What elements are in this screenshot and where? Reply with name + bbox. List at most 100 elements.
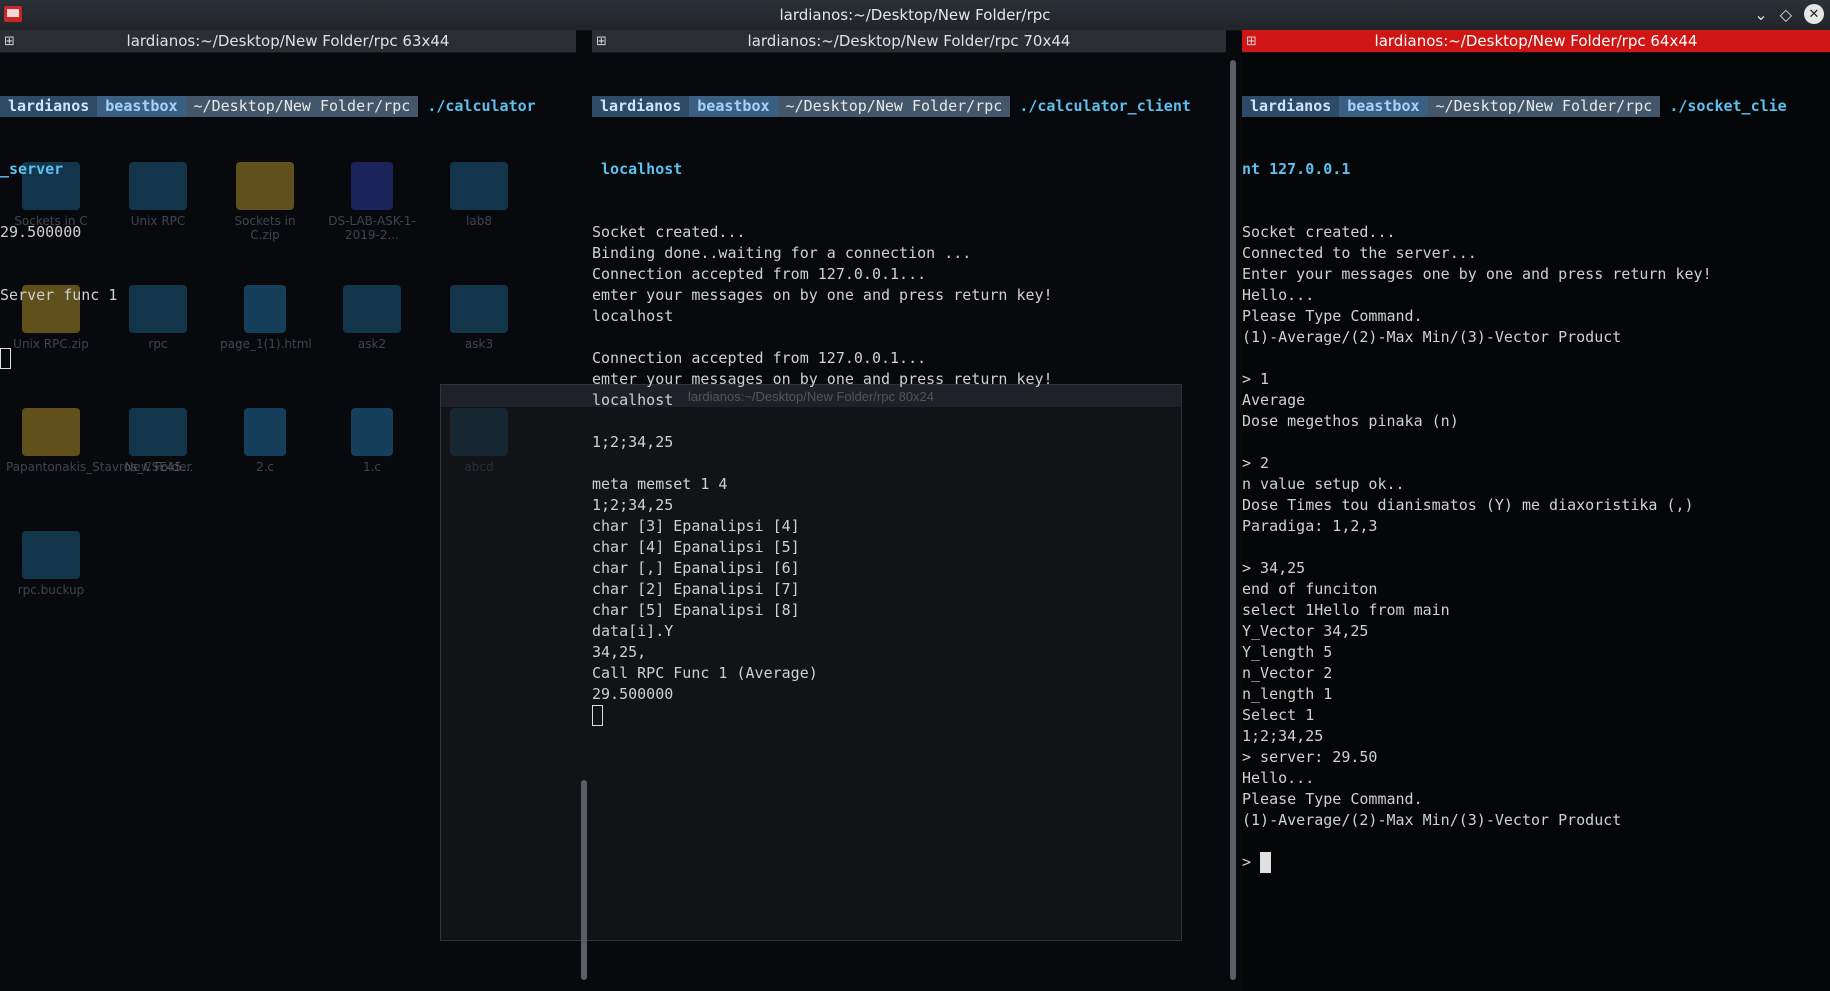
- split-icon[interactable]: ⊞: [1246, 34, 1257, 49]
- output-line: end of funciton: [1242, 580, 1378, 598]
- output-line: char [2] Epanalipsi [7]: [592, 580, 800, 598]
- command-wrap: _server: [0, 160, 64, 178]
- output-line: Server func 1: [0, 286, 118, 304]
- output-line: Select 1: [1242, 706, 1315, 724]
- prompt-dir: ~/Desktop/New Folder/rpc: [1427, 96, 1661, 117]
- output-line: Socket created...: [592, 223, 746, 241]
- pane-title: lardianos:~/Desktop/New Folder/rpc 64x44: [1374, 32, 1698, 50]
- terminal-output[interactable]: lardianos beastbox ~/Desktop/New Folder/rp…: [0, 52, 576, 991]
- output-line: localhost: [592, 391, 674, 409]
- output-line: select 1Hello from main: [1242, 601, 1450, 619]
- minimize-icon[interactable]: ⌄: [1754, 5, 1767, 24]
- prompt-command: ./calculator: [427, 97, 536, 115]
- terminal-output[interactable]: lardianos beastbox ~/Desktop/New Folder/rp…: [1242, 52, 1830, 991]
- output-line: Binding done..waiting for a connection .…: [592, 244, 972, 262]
- pane-body: Sockets in C Unix RPC Sockets in C.zip DS-L…: [0, 52, 576, 991]
- prompt-command: ./socket_clie: [1669, 97, 1787, 115]
- output-line: char [3] Epanalipsi [4]: [592, 517, 800, 535]
- scrollbar-calculator[interactable]: [1230, 60, 1236, 980]
- output-line: Call RPC Func 1 (Average): [592, 664, 818, 682]
- prompt-command: ./calculator_client: [1019, 97, 1191, 115]
- output-line: emter your messages on by one and press …: [592, 286, 1053, 304]
- output-line: (1)-Average/(2)-Max Min/(3)-Vector Produ…: [1242, 328, 1622, 346]
- prompt-host: beastbox: [689, 96, 778, 117]
- output-line: Connection accepted from 127.0.0.1...: [592, 265, 927, 283]
- pane-body: lardianos beastbox ~/Desktop/New Folder/rp…: [592, 52, 1226, 991]
- output-line: > server: 29.50: [1242, 748, 1378, 766]
- prompt-host: beastbox: [97, 96, 186, 117]
- terminal-output[interactable]: lardianos beastbox ~/Desktop/New Folder/rp…: [592, 52, 1226, 991]
- prompt-user: lardianos: [0, 96, 98, 117]
- pane-title-bar[interactable]: ⊞ lardianos:~/Desktop/New Folder/rpc 64x…: [1242, 30, 1830, 53]
- prompt-user: lardianos: [1242, 96, 1340, 117]
- output-line: char [,] Epanalipsi [6]: [592, 559, 800, 577]
- text-cursor: [0, 348, 11, 369]
- close-icon[interactable]: ✕: [1804, 4, 1824, 24]
- split-icon[interactable]: ⊞: [596, 34, 607, 49]
- output-line: Y_Vector 34,25: [1242, 622, 1369, 640]
- maximize-icon[interactable]: ◇: [1780, 5, 1792, 24]
- window-titlebar: lardianos:~/Desktop/New Folder/rpc ⌄ ◇ ✕: [0, 0, 1830, 31]
- prompt-line: lardianos beastbox ~/Desktop/New Folder/rp…: [1242, 96, 1830, 117]
- text-cursor: [592, 705, 603, 726]
- pane-title: lardianos:~/Desktop/New Folder/rpc 63x44: [126, 32, 450, 50]
- output-line: Hello...: [1242, 286, 1315, 304]
- output-line: meta memset 1 4: [592, 475, 728, 493]
- output-line: Paradiga: 1,2,3: [1242, 517, 1378, 535]
- output-line: 29.500000: [592, 685, 674, 703]
- output-line: char [5] Epanalipsi [8]: [592, 601, 800, 619]
- scrollbar-server[interactable]: [581, 780, 587, 980]
- split-icon[interactable]: ⊞: [4, 34, 15, 49]
- terminal-pane-server[interactable]: ⊞ lardianos:~/Desktop/New Folder/rpc 63x…: [0, 30, 576, 991]
- output-line: Average: [1242, 391, 1306, 409]
- window-controls: ⌄ ◇ ✕: [1754, 4, 1824, 24]
- prompt-dir: ~/Desktop/New Folder/rpc: [777, 96, 1011, 117]
- cursor-line: [0, 348, 576, 369]
- command-wrap: nt 127.0.0.1: [1242, 160, 1351, 178]
- pane-body: lardianos beastbox ~/Desktop/New Folder/rp…: [1242, 52, 1830, 991]
- output-line: emter your messages on by one and press …: [592, 370, 1053, 388]
- output-line: n_length 1: [1242, 685, 1333, 703]
- output-line: (1)-Average/(2)-Max Min/(3)-Vector Produ…: [1242, 811, 1622, 829]
- output-line: > 1: [1242, 370, 1270, 388]
- output-line: 1;2;34,25: [592, 433, 674, 451]
- output-line: 34,25,: [592, 643, 647, 661]
- pane-title-bar[interactable]: ⊞ lardianos:~/Desktop/New Folder/rpc 63x…: [0, 30, 576, 53]
- prompt-user: lardianos: [592, 96, 690, 117]
- output-line: Connected to the server...: [1242, 244, 1477, 262]
- terminal-pane-calculator-client[interactable]: ⊞ lardianos:~/Desktop/New Folder/rpc 70x…: [592, 30, 1226, 991]
- terminal-app-icon[interactable]: [4, 6, 22, 22]
- window-title: lardianos:~/Desktop/New Folder/rpc: [779, 6, 1051, 24]
- output-line: Enter your messages one by one and press…: [1242, 265, 1712, 283]
- terminal-pane-socket-client[interactable]: ⊞ lardianos:~/Desktop/New Folder/rpc 64x…: [1242, 30, 1830, 991]
- output-line: n_Vector 2: [1242, 664, 1333, 682]
- command-wrap: localhost: [592, 160, 683, 178]
- output-line: 29.500000: [0, 223, 82, 241]
- output-line: Dose megethos pinaka (n): [1242, 412, 1459, 430]
- output-line: Socket created...: [1242, 223, 1396, 241]
- output-line: Hello...: [1242, 769, 1315, 787]
- prompt-dir: ~/Desktop/New Folder/rpc: [185, 96, 419, 117]
- output-line: 1;2;34,25: [1242, 727, 1324, 745]
- output-line: n value setup ok..: [1242, 475, 1405, 493]
- pane-title-bar[interactable]: ⊞ lardianos:~/Desktop/New Folder/rpc 70x…: [592, 30, 1226, 53]
- output-line: localhost: [592, 307, 674, 325]
- output-line: >: [1242, 852, 1830, 873]
- output-line: Please Type Command.: [1242, 307, 1423, 325]
- output-line: Connection accepted from 127.0.0.1...: [592, 349, 927, 367]
- pane-title: lardianos:~/Desktop/New Folder/rpc 70x44: [747, 32, 1071, 50]
- cursor-line: [592, 705, 1226, 726]
- text-cursor: [1260, 852, 1272, 873]
- output-line: Y_length 5: [1242, 643, 1333, 661]
- output-line: 1;2;34,25: [592, 496, 674, 514]
- output-line: char [4] Epanalipsi [5]: [592, 538, 800, 556]
- output-line: > 2: [1242, 454, 1270, 472]
- output-line: > 34,25: [1242, 559, 1306, 577]
